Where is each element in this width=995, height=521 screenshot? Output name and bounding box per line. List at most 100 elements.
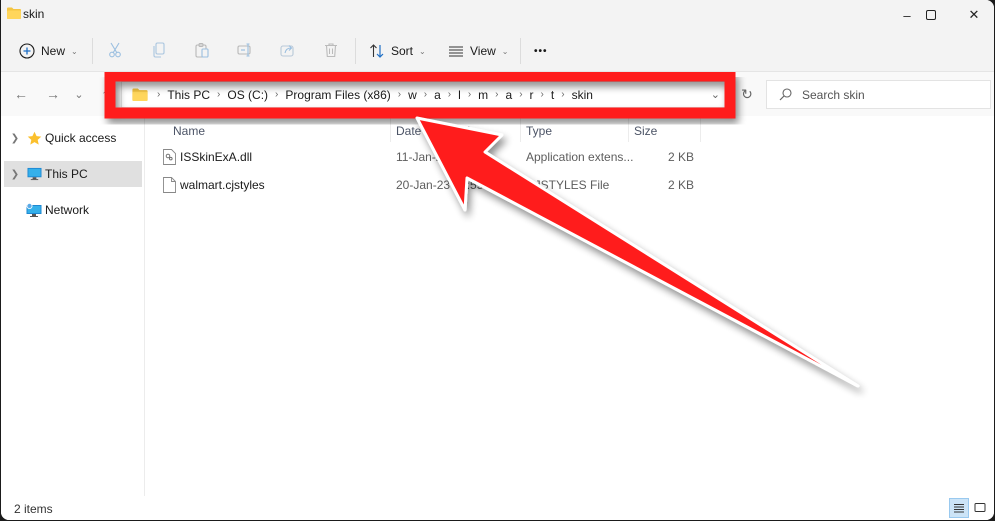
- up-arrow-icon: ↑: [101, 86, 109, 102]
- paste-button[interactable]: [192, 40, 212, 60]
- breadcrumb-separator-icon[interactable]: ›: [468, 89, 471, 100]
- sidebar-item-label: Network: [45, 203, 90, 217]
- breadcrumb-separator-icon[interactable]: ›: [561, 89, 564, 100]
- share-icon: [280, 45, 294, 57]
- sidebar-item-quick-access[interactable]: ❯ Quick access: [4, 125, 142, 151]
- sidebar-item-network[interactable]: Network: [4, 197, 142, 223]
- star-icon: [26, 130, 42, 146]
- cut-button[interactable]: [105, 40, 125, 60]
- breadcrumb-separator-icon[interactable]: ›: [495, 89, 498, 100]
- breadcrumb-separator-icon[interactable]: ›: [519, 89, 522, 100]
- copy-icon: [153, 42, 165, 58]
- address-history-chevron-icon[interactable]: ⌄: [711, 88, 720, 101]
- expand-chevron-icon[interactable]: ❯: [4, 133, 26, 144]
- breadcrumb-item[interactable]: t: [551, 88, 554, 102]
- column-divider[interactable]: [700, 116, 701, 142]
- breadcrumb-item[interactable]: l: [458, 88, 461, 102]
- breadcrumb: › This PC › OS (C:) › Program Files (x86) › w › a…: [150, 88, 593, 102]
- item-count: 2 items: [14, 502, 53, 516]
- close-icon: ✕: [968, 7, 980, 22]
- sort-label: Sort: [391, 44, 414, 58]
- up-button[interactable]: ↑: [95, 84, 115, 104]
- sort-icon: [370, 44, 384, 58]
- expand-chevron-icon[interactable]: ❯: [4, 169, 26, 180]
- breadcrumb-separator-icon[interactable]: ›: [398, 89, 401, 100]
- breadcrumb-separator-icon[interactable]: ›: [448, 89, 451, 100]
- back-arrow-icon: ←: [14, 86, 28, 102]
- breadcrumb-item[interactable]: w: [408, 88, 417, 102]
- sidebar-item-this-pc[interactable]: ❯ This PC: [4, 161, 142, 187]
- breadcrumb-item[interactable]: Program Files (x86): [285, 88, 390, 102]
- status-bar: 2 items: [1, 496, 994, 520]
- breadcrumb-separator-icon[interactable]: ›: [157, 89, 160, 100]
- column-divider[interactable]: [520, 116, 521, 142]
- file-type: CJSTYLES File: [526, 178, 610, 192]
- column-header-type[interactable]: Type: [526, 120, 552, 142]
- chevron-down-icon: ⌄: [419, 46, 426, 56]
- refresh-button[interactable]: ↻: [734, 81, 760, 108]
- breadcrumb-item[interactable]: This PC: [167, 88, 210, 102]
- breadcrumb-item[interactable]: OS (C:): [227, 88, 268, 102]
- address-bar[interactable]: › This PC › OS (C:) › Program Files (x86) › w › a…: [121, 81, 731, 108]
- copy-button[interactable]: [149, 40, 169, 60]
- file-row[interactable]: ISSkinExA.dll 11-Jan-23 06:44 Applicatio…: [146, 144, 706, 170]
- breadcrumb-item[interactable]: skin: [572, 88, 593, 102]
- new-button[interactable]: New ⌄: [19, 38, 78, 64]
- search-box[interactable]: Search skin: [766, 80, 991, 109]
- rename-icon: [237, 43, 251, 57]
- delete-button[interactable]: [321, 40, 341, 60]
- sidebar-item-label: Quick access: [45, 131, 117, 145]
- breadcrumb-separator-icon[interactable]: ›: [541, 89, 544, 100]
- column-divider[interactable]: [390, 116, 391, 142]
- forward-arrow-icon: →: [46, 86, 60, 102]
- details-view-button[interactable]: [949, 498, 969, 518]
- breadcrumb-separator-icon[interactable]: ›: [424, 89, 427, 100]
- back-button[interactable]: ←: [11, 84, 31, 104]
- view-button[interactable]: View ⌄: [448, 38, 509, 64]
- breadcrumb-separator-icon[interactable]: ›: [217, 89, 220, 100]
- file-row[interactable]: walmart.cjstyles 20-Jan-23 14:55 CJSTYLE…: [146, 172, 706, 198]
- file-type: Application extens...: [526, 150, 634, 164]
- forward-button[interactable]: →: [43, 84, 63, 104]
- view-label: View: [470, 44, 496, 58]
- column-header-size[interactable]: Size: [634, 120, 657, 142]
- breadcrumb-item[interactable]: a: [434, 88, 441, 102]
- search-icon: [779, 88, 792, 101]
- command-bar: New ⌄ Sort ⌄ View ⌄ •••: [1, 30, 994, 72]
- column-divider[interactable]: [628, 116, 629, 142]
- network-icon: [26, 202, 42, 218]
- file-explorer-window: skin – ✕ New ⌄ Sort ⌄ View ⌄ ••• ← → ⌄ ↑…: [1, 0, 994, 520]
- cut-icon: [109, 42, 121, 58]
- column-header-date-modified[interactable]: Date modified: [396, 120, 470, 142]
- file-date: 20-Jan-23 14:55: [396, 178, 484, 192]
- more-options-button[interactable]: •••: [534, 38, 548, 64]
- share-button[interactable]: [278, 40, 298, 60]
- breadcrumb-item[interactable]: a: [506, 88, 513, 102]
- maximize-button[interactable]: [908, 0, 954, 30]
- folder-icon: [132, 88, 148, 101]
- recent-locations-button[interactable]: ⌄: [69, 84, 89, 104]
- sort-button[interactable]: Sort ⌄: [369, 38, 426, 64]
- breadcrumb-separator-icon[interactable]: ›: [275, 89, 278, 100]
- rename-button[interactable]: [235, 40, 255, 60]
- breadcrumb-item[interactable]: r: [530, 88, 534, 102]
- refresh-icon: ↻: [741, 86, 753, 102]
- file-list: Name Date modified Type Size ISSkinExA.d…: [146, 116, 994, 496]
- close-button[interactable]: ✕: [951, 0, 994, 30]
- window-title: skin: [23, 7, 45, 21]
- search-placeholder: Search skin: [802, 87, 865, 102]
- toolbar-divider: [92, 38, 93, 64]
- file-name: ISSkinExA.dll: [180, 150, 253, 164]
- column-header-name[interactable]: Name: [173, 120, 205, 142]
- view-icon: [449, 46, 463, 57]
- large-icons-view-button[interactable]: [970, 498, 990, 518]
- delete-icon: [325, 43, 337, 58]
- plus-circle-icon: [19, 43, 35, 59]
- large-icons-view-icon: [974, 503, 986, 512]
- more-icon: •••: [534, 45, 548, 57]
- title-bar: skin – ✕: [1, 0, 994, 30]
- chevron-down-icon: ⌄: [71, 46, 78, 56]
- chevron-down-icon: ⌄: [501, 46, 509, 56]
- file-name: walmart.cjstyles: [180, 178, 265, 192]
- breadcrumb-item[interactable]: m: [478, 88, 488, 102]
